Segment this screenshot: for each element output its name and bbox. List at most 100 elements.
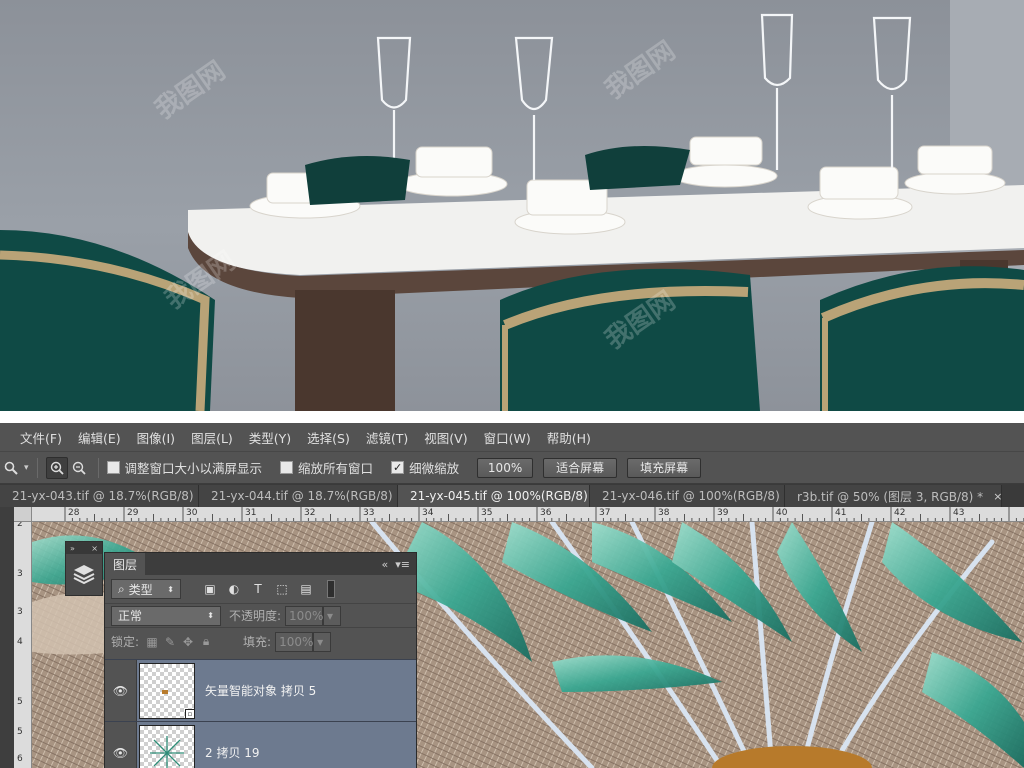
- tab-doc-046[interactable]: 21-yx-046.tif @ 100%(RGB/8)×: [590, 485, 799, 507]
- collapsed-panel-dock[interactable]: » ×: [65, 541, 103, 596]
- tab-label: 21-yx-045.tif @ 100%(RGB/8): [410, 489, 588, 503]
- fill-screen-button[interactable]: 填充屏幕: [627, 457, 702, 478]
- lock-all-icon[interactable]: 🔒︎: [197, 633, 215, 651]
- visibility-eye-icon[interactable]: 👁︎: [105, 721, 137, 768]
- layer-name[interactable]: 矢量智能对象 拷贝 5: [205, 682, 316, 699]
- tab-label: 21-yx-046.tif @ 100%(RGB/8): [602, 489, 780, 503]
- visibility-eye-icon[interactable]: 👁︎: [105, 659, 137, 722]
- zoom-out-icon[interactable]: [68, 457, 90, 479]
- lock-brush-icon[interactable]: ✎: [161, 633, 179, 651]
- ruler-label: 32: [304, 508, 316, 518]
- opacity-input[interactable]: 100%: [285, 605, 323, 626]
- tab-label: r3b.tif @ 50% (图层 3, RGB/8) *: [797, 489, 984, 504]
- blend-mode-select[interactable]: 正常 ⬍: [111, 605, 221, 626]
- vertical-ruler[interactable]: 2 3 3 4 5 5 6: [14, 522, 32, 768]
- lock-move-icon[interactable]: ✥: [179, 633, 197, 651]
- tools-panel-edge[interactable]: [0, 507, 14, 768]
- ruler-label: 33: [363, 508, 375, 518]
- lock-label: 锁定:: [111, 635, 140, 649]
- chevron-down-icon[interactable]: ▾: [323, 605, 342, 626]
- ruler-label: 31: [245, 508, 257, 518]
- zoom-tool-icon[interactable]: [0, 457, 22, 479]
- opacity-label: 不透明度:: [229, 609, 282, 623]
- menu-layer[interactable]: 图层(L): [183, 428, 241, 447]
- layer-filter-row: ⌕ 类型 ⬍ ▣ ◐ T ⬚ ▤: [105, 575, 416, 603]
- menu-help[interactable]: 帮助(H): [539, 428, 599, 447]
- pixel-filter-icon[interactable]: ▣: [201, 580, 219, 598]
- ruler-label: 30: [186, 508, 198, 518]
- menu-filter[interactable]: 滤镜(T): [358, 428, 416, 447]
- filter-kind-select[interactable]: ⌕ 类型 ⬍: [111, 579, 181, 599]
- fill-label: 填充:: [243, 635, 272, 649]
- tab-label: 21-yx-043.tif @ 18.7%(RGB/8): [12, 489, 194, 503]
- zoom-100-button[interactable]: 100%: [477, 457, 534, 478]
- scrubby-zoom-label: 细微缩放: [409, 461, 460, 476]
- ruler-label: 3: [17, 607, 23, 617]
- tab-doc-044[interactable]: 21-yx-044.tif @ 18.7%(RGB/8)×: [199, 485, 412, 507]
- ruler-label: 40: [776, 508, 788, 518]
- menu-select[interactable]: 选择(S): [299, 428, 358, 447]
- resize-windows-label: 调整窗口大小以满屏显示: [124, 461, 263, 476]
- layer-row[interactable]: 👁︎ ▫ 矢量智能对象 拷贝 5: [105, 659, 416, 722]
- checkbox-checked-icon: ✓: [391, 461, 405, 474]
- layer-thumbnail[interactable]: [139, 724, 195, 768]
- fill-input[interactable]: 100%: [275, 631, 313, 652]
- layers-panel-title[interactable]: 图层: [105, 553, 146, 575]
- ruler-label: 41: [835, 508, 847, 518]
- document-tabs: 21-yx-043.tif @ 18.7%(RGB/8)× 21-yx-044.…: [0, 484, 1024, 507]
- type-filter-icon[interactable]: T: [249, 580, 267, 598]
- tab-doc-043[interactable]: 21-yx-043.tif @ 18.7%(RGB/8)×: [0, 485, 213, 507]
- menu-edit[interactable]: 编辑(E): [70, 428, 129, 447]
- lock-transparency-icon[interactable]: ▦: [143, 633, 161, 651]
- ruler-label: 39: [717, 508, 729, 518]
- filter-kind-value: 类型: [128, 582, 153, 597]
- fit-screen-button[interactable]: 适合屏幕: [543, 457, 618, 478]
- ruler-label: 37: [599, 508, 611, 518]
- separator: [97, 457, 99, 478]
- ruler-label: 42: [894, 508, 906, 518]
- ruler-label: 36: [540, 508, 552, 518]
- close-icon[interactable]: ×: [91, 544, 98, 553]
- layer-row[interactable]: 👁︎ 2 拷贝 19: [105, 721, 416, 768]
- tab-doc-045[interactable]: 21-yx-045.tif @ 100%(RGB/8)×: [398, 485, 607, 507]
- expand-icon[interactable]: »: [70, 544, 75, 553]
- shape-filter-icon[interactable]: ⬚: [273, 580, 291, 598]
- chevron-down-icon[interactable]: ▾: [313, 631, 332, 652]
- stepper-icon: ⬍: [167, 584, 174, 594]
- menu-type[interactable]: 类型(Y): [241, 428, 299, 447]
- scrubby-zoom-checkbox[interactable]: ✓ 细微缩放: [391, 458, 459, 477]
- ruler-origin[interactable]: [14, 507, 32, 522]
- ruler-label: 28: [68, 508, 80, 518]
- menu-window[interactable]: 窗口(W): [476, 428, 539, 447]
- ruler-label: 38: [658, 508, 670, 518]
- smart-object-filter-icon[interactable]: ▤: [297, 580, 315, 598]
- zoom-all-windows-checkbox[interactable]: 缩放所有窗口: [280, 458, 373, 477]
- ruler-ticks: [64, 507, 1024, 521]
- resize-windows-checkbox[interactable]: 调整窗口大小以满屏显示: [106, 458, 263, 477]
- horizontal-ruler[interactable]: 28 29 30 31 32 33 34 35 36 37 38 39 40 4…: [32, 507, 1024, 522]
- menu-image[interactable]: 图像(I): [129, 428, 183, 447]
- tool-preset-dropdown-icon[interactable]: ▾: [24, 463, 29, 473]
- filter-toggle[interactable]: [327, 580, 335, 598]
- search-icon: ⌕: [118, 581, 125, 596]
- close-icon[interactable]: ×: [993, 490, 1002, 503]
- layers-panel: 图层 « ▾≡ ⌕ 类型 ⬍ ▣ ◐ T ⬚ ▤ 正常 ⬍ 不透明度: 100% ▾…: [104, 552, 417, 768]
- layers-panel-icon[interactable]: [66, 554, 102, 594]
- ruler-label: 5: [17, 727, 23, 737]
- ruler-label: 4: [17, 637, 23, 647]
- menu-view[interactable]: 视图(V): [416, 428, 475, 447]
- tab-label: 21-yx-044.tif @ 18.7%(RGB/8): [211, 489, 393, 503]
- room-photo: 我图网 我图网 我图网 我图网: [0, 0, 1024, 411]
- adjustment-filter-icon[interactable]: ◐: [225, 580, 243, 598]
- layer-thumbnail[interactable]: ▫: [139, 662, 195, 719]
- panel-menu-icon[interactable]: « ▾≡: [382, 558, 410, 571]
- checkbox-unchecked-icon: [106, 461, 120, 474]
- tab-doc-r3b[interactable]: r3b.tif @ 50% (图层 3, RGB/8) * ×: [785, 485, 1002, 507]
- menu-file[interactable]: 文件(F): [0, 428, 70, 447]
- ruler-label: 43: [953, 508, 965, 518]
- layer-name[interactable]: 2 拷贝 19: [205, 744, 260, 761]
- lock-row: 锁定: ▦ ✎ ✥ 🔒︎ 填充: 100% ▾: [105, 627, 416, 655]
- zoom-in-icon[interactable]: [45, 456, 68, 479]
- ruler-label: 29: [127, 508, 139, 518]
- dining-room-illustration: [0, 0, 1024, 411]
